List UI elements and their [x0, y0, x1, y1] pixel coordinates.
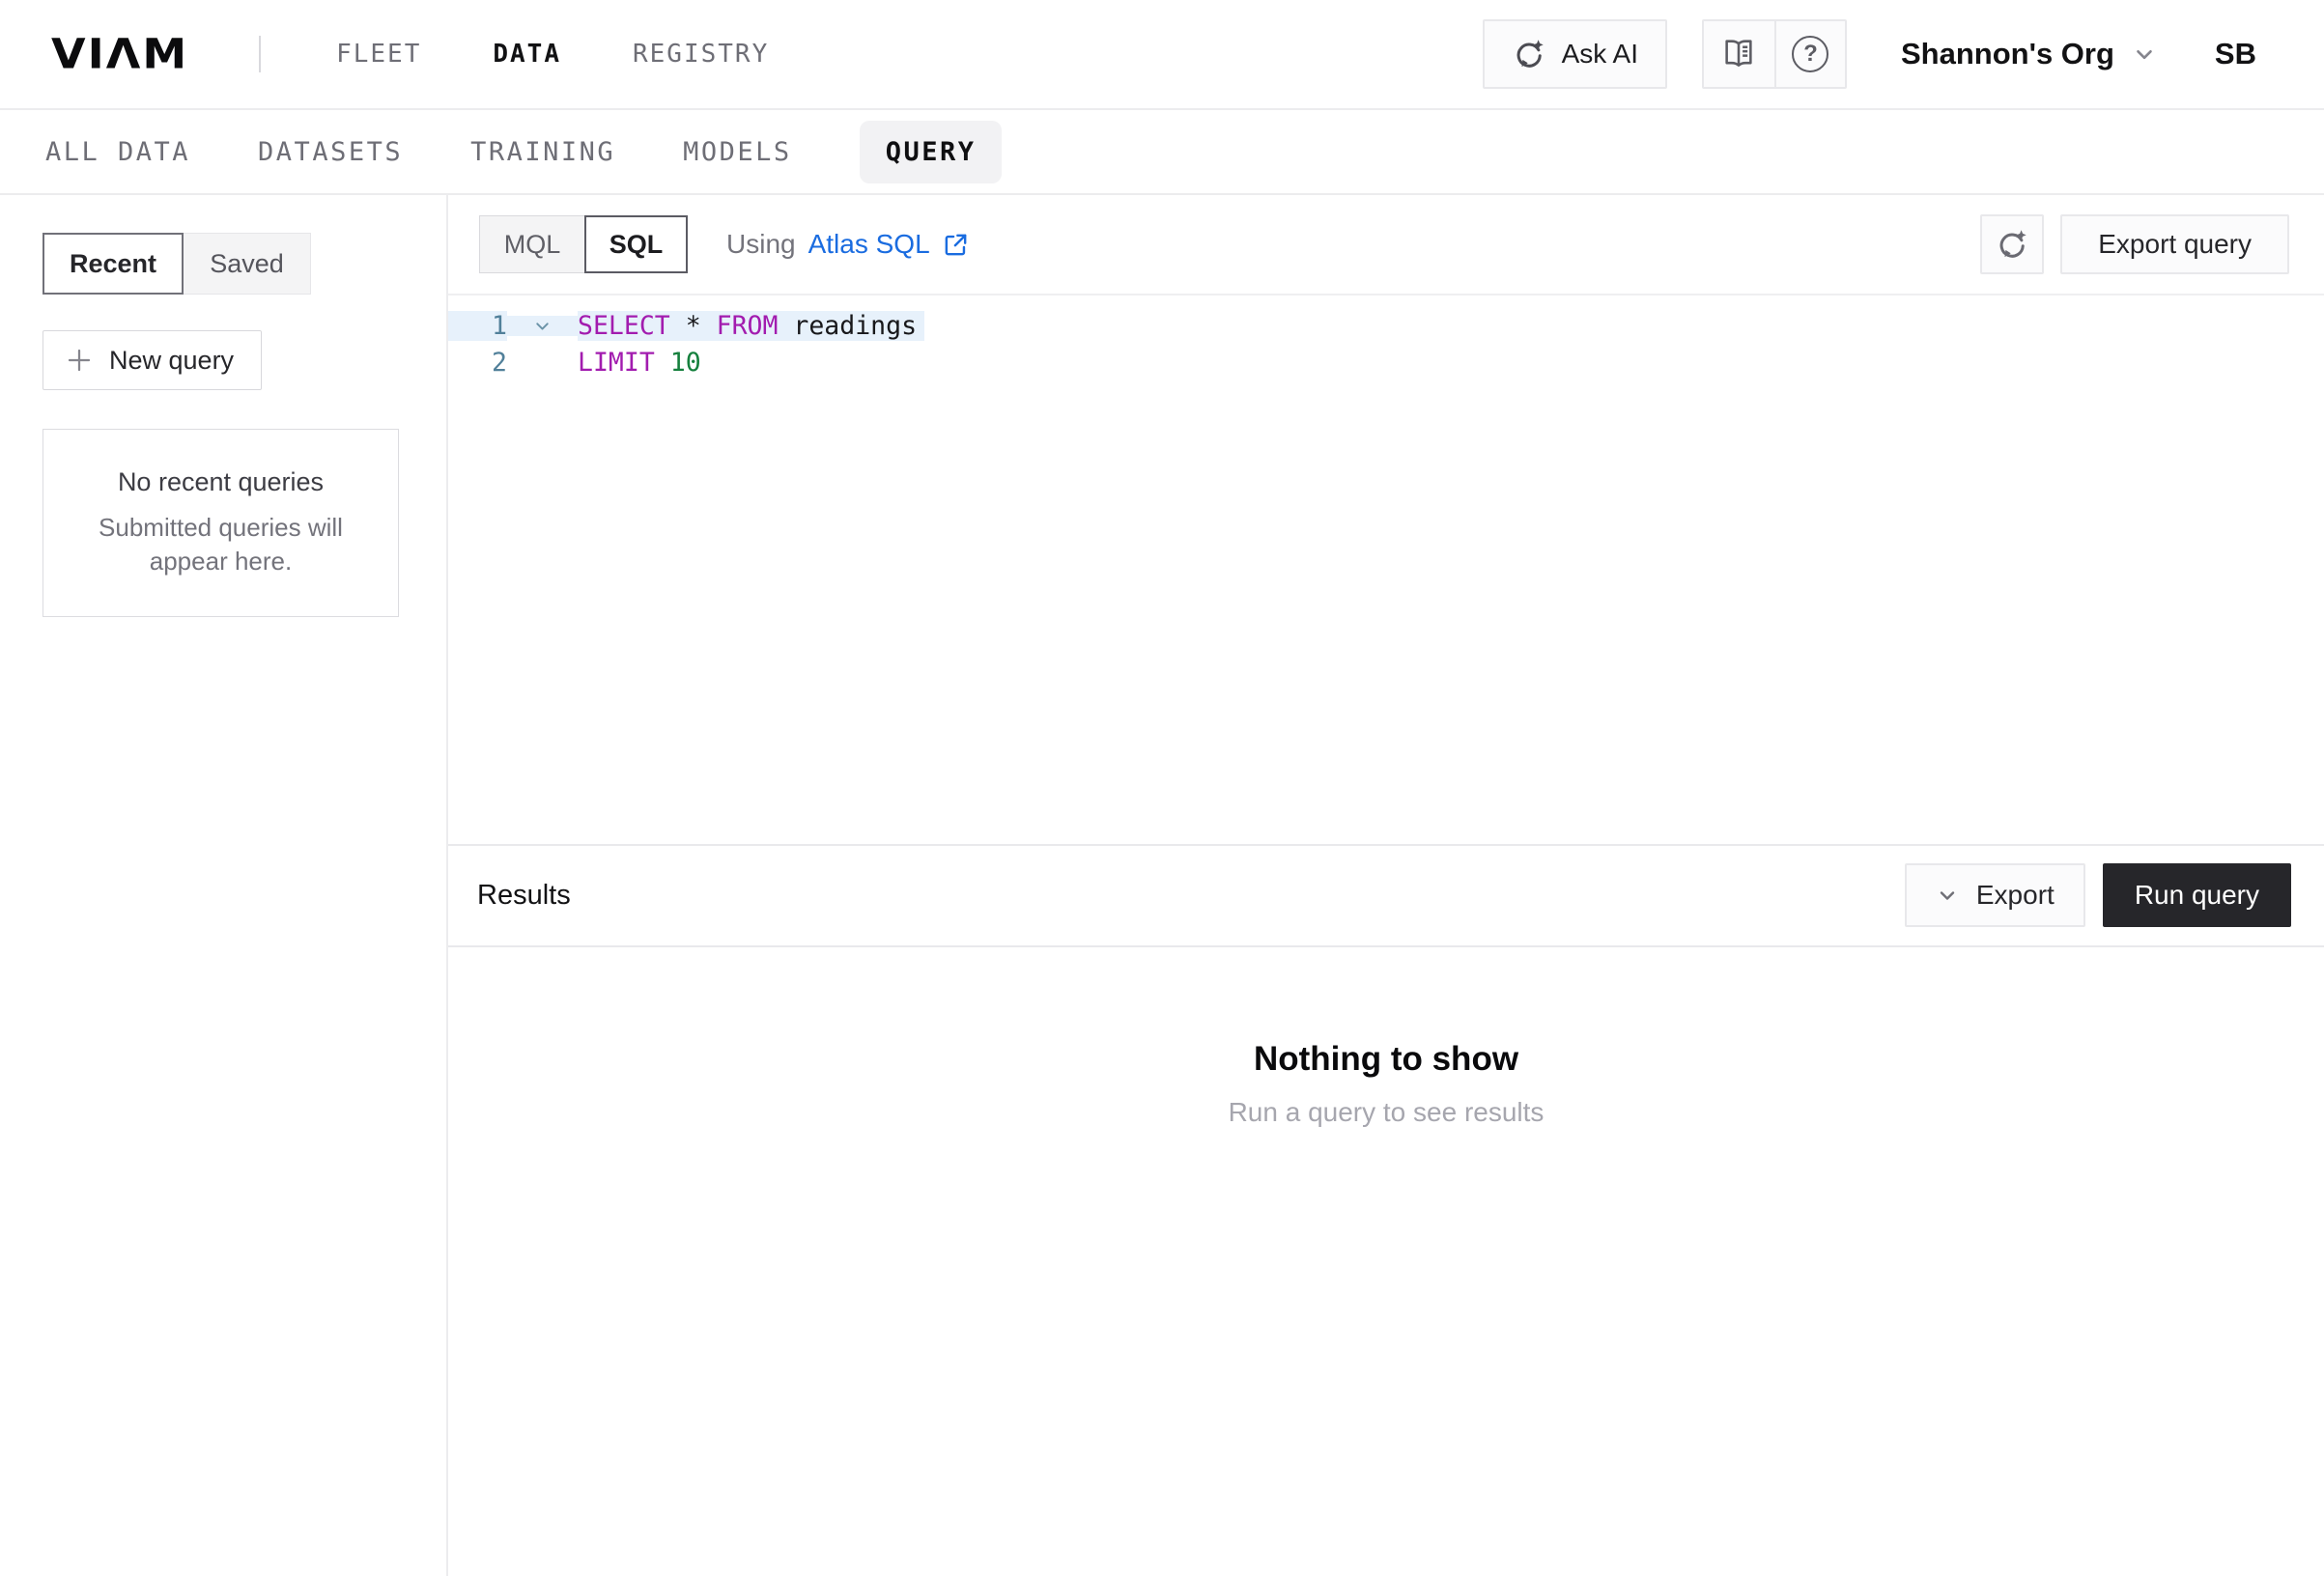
mode-mql[interactable]: MQL: [479, 215, 585, 273]
code-text-line-2: LIMIT 10: [578, 348, 709, 378]
code-line-2[interactable]: 2 LIMIT 10: [448, 344, 2324, 380]
run-query-button[interactable]: Run query: [2103, 863, 2291, 927]
plus-icon: [65, 346, 94, 375]
tab-recent[interactable]: Recent: [43, 233, 184, 295]
subnav-all-data[interactable]: ALL DATA: [45, 137, 190, 167]
query-toolbar: MQL SQL Using Atlas SQL: [448, 195, 2324, 296]
top-nav-fleet[interactable]: FLEET: [336, 40, 421, 69]
using-atlas-sql: Using Atlas SQL: [726, 229, 970, 260]
fold-chevron-icon[interactable]: [507, 316, 578, 336]
results-toolbar: Results Export Run query: [448, 844, 2324, 947]
export-query-button[interactable]: Export query: [2060, 214, 2289, 274]
docs-button[interactable]: [1704, 21, 1774, 87]
top-nav-registry[interactable]: REGISTRY: [633, 40, 769, 69]
subnav-training[interactable]: TRAINING: [470, 137, 615, 167]
results-title: Results: [477, 880, 571, 912]
results-empty-state: Nothing to show Run a query to see resul…: [448, 947, 2324, 1576]
query-sidebar: Recent Saved New query No recent queries…: [0, 195, 448, 1576]
external-link-icon: [942, 231, 970, 259]
recent-saved-tabs: Recent Saved: [43, 233, 446, 295]
results-empty-subtitle: Run a query to see results: [1229, 1097, 1545, 1128]
user-avatar-initials[interactable]: SB: [2215, 37, 2256, 71]
top-nav: FLEET DATA REGISTRY: [336, 40, 769, 69]
sql-code-editor[interactable]: 1 SELECT * FROM readings 2 LIMIT 10: [448, 296, 2324, 844]
subnav-datasets[interactable]: DATASETS: [258, 137, 403, 167]
chevron-down-icon: [2132, 42, 2157, 67]
mode-sql[interactable]: SQL: [584, 215, 688, 273]
header-icon-group: ?: [1702, 19, 1847, 89]
viam-logo[interactable]: VIΛM: [51, 30, 188, 78]
header-divider: [259, 36, 261, 72]
new-query-button[interactable]: New query: [43, 330, 262, 390]
top-header: VIΛM FLEET DATA REGISTRY Ask AI: [0, 0, 2324, 110]
using-label: Using: [726, 229, 796, 260]
chevron-down-icon: [1936, 884, 1959, 907]
question-mark-icon: ?: [1792, 36, 1828, 72]
org-name: Shannon's Org: [1901, 37, 2114, 71]
tab-saved[interactable]: Saved: [184, 233, 311, 295]
ask-ai-button[interactable]: Ask AI: [1483, 19, 1667, 89]
line-number-1: 1: [448, 311, 507, 341]
export-results-button[interactable]: Export: [1905, 863, 2085, 927]
query-content: MQL SQL Using Atlas SQL: [448, 195, 2324, 1576]
main-area: Recent Saved New query No recent queries…: [0, 195, 2324, 1576]
code-line-1[interactable]: 1 SELECT * FROM readings: [448, 307, 2324, 344]
org-switcher[interactable]: Shannon's Org: [1901, 37, 2157, 71]
atlas-sql-link[interactable]: Atlas SQL: [808, 229, 970, 260]
query-mode-toggle: MQL SQL: [479, 215, 688, 273]
code-text-line-1: SELECT * FROM readings: [578, 311, 924, 341]
top-nav-data[interactable]: DATA: [493, 40, 561, 69]
new-query-label: New query: [109, 346, 234, 376]
subnav-models[interactable]: MODELS: [683, 137, 792, 167]
line-number-2: 2: [448, 348, 507, 378]
data-subnav: ALL DATA DATASETS TRAINING MODELS QUERY: [0, 110, 2324, 195]
ask-ai-label: Ask AI: [1562, 39, 1638, 70]
open-book-icon: [1720, 36, 1757, 72]
ai-refresh-sparkle-icon: [1995, 227, 2029, 262]
recent-queries-empty-panel: No recent queries Submitted queries will…: [43, 429, 399, 617]
recent-empty-subtitle: Submitted queries will appear here.: [76, 511, 366, 578]
ai-refresh-sparkle-icon: [1512, 37, 1546, 71]
results-empty-title: Nothing to show: [1254, 1040, 1518, 1079]
subnav-query[interactable]: QUERY: [860, 121, 1003, 183]
help-button[interactable]: ?: [1774, 21, 1845, 87]
recent-empty-title: No recent queries: [118, 467, 324, 497]
ai-generate-query-button[interactable]: [1980, 214, 2044, 274]
